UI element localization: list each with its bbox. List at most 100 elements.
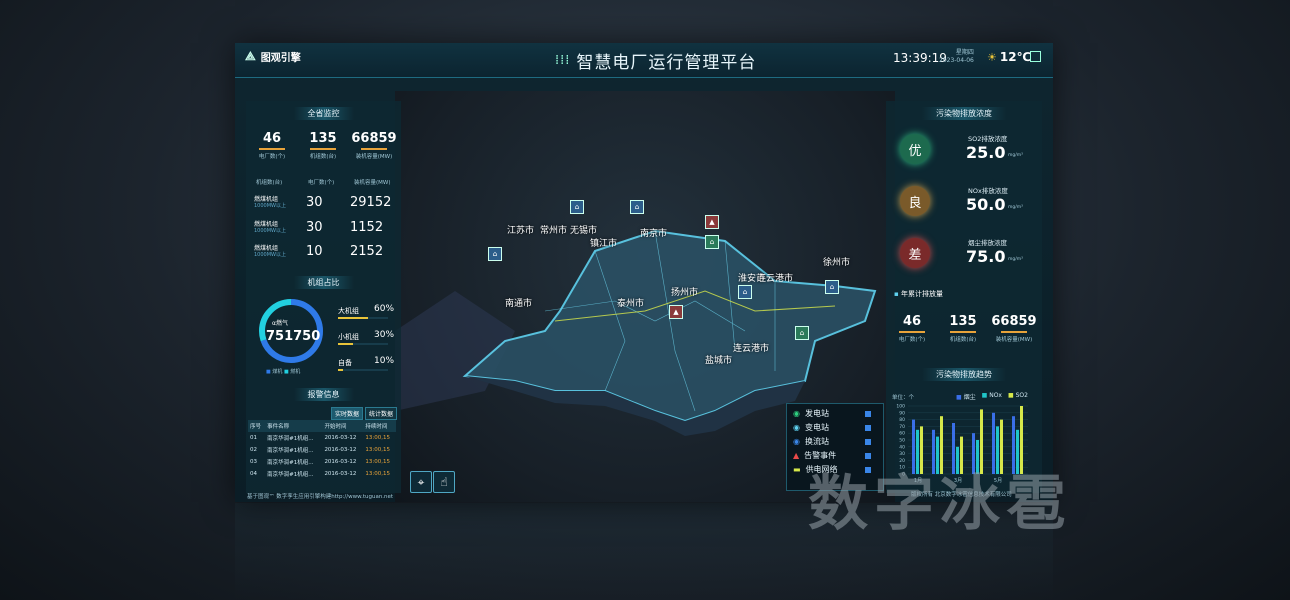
y-tick-label: 70 (899, 424, 905, 430)
legend-checkbox[interactable] (865, 411, 871, 417)
map-label-changzhou[interactable]: 常州市 (540, 223, 567, 236)
map-pin-alarm[interactable]: ▲ (669, 305, 683, 319)
crosshair-icon: ⌖ (417, 474, 425, 489)
grade-badge: 优 (900, 134, 930, 164)
top-bar: ⟁ 图观引擎 ⁞⁞⁞ 智慧电厂运行管理平台 13:39:19 星期四 2023-… (235, 43, 1053, 78)
map-pin-station[interactable]: ⌂ (738, 285, 752, 299)
tab-realtime[interactable]: 实时数据 (331, 407, 364, 420)
map-label-yangzhou[interactable]: 扬州市 (671, 285, 698, 298)
ratio-item-label: 小机组 (338, 333, 359, 341)
ratio-item-pct: 60% (374, 304, 395, 314)
pointer-icon: ☝ (440, 475, 448, 489)
y-tick-label: 80 (899, 417, 905, 423)
map-pin-station[interactable]: ⌂ (488, 247, 502, 261)
map-label-lianyungang[interactable]: 连云港市 (757, 271, 793, 284)
annual-plants: 46 电厂数(个) (898, 314, 926, 343)
exit-icon[interactable] (1030, 51, 1041, 62)
table-row[interactable]: 01 南京华润#1机组... 2016-03-12 13:00,15 (248, 432, 396, 444)
map-pin-station[interactable]: ⌂ (570, 200, 584, 214)
map-label-jiangsu[interactable]: 江苏市 (507, 223, 534, 236)
map-label-zhenjiang[interactable]: 镇江市 (590, 236, 617, 249)
footer-left: 基于图观™ 数字孪生应用引擎构建http://www.tuguan.net (247, 494, 394, 500)
alarm-table-header: 序号 事件名称 开始时间 持续时间 (248, 420, 396, 432)
section-ratio-title: 机组占比 (246, 276, 401, 289)
section-trend-title: 污染物排放趋势 (886, 368, 1042, 381)
date-block: 星期四 2023-04-06 (939, 49, 974, 65)
ratio-center-value: 751750 (266, 329, 321, 344)
app-logo[interactable]: ⟁ 图观引擎 (245, 49, 301, 64)
grade-badge: 良 (900, 186, 930, 216)
temperature: 12℃ (999, 50, 1032, 64)
unit-row[interactable]: 燃煤机组 1000MW以上 10 2152 (250, 243, 396, 263)
grade-badge: 差 (900, 238, 930, 268)
stat-capacity: 66859 装机容量(MW) (351, 131, 397, 160)
ratio-bar (338, 317, 388, 319)
y-tick-label: 50 (899, 438, 905, 444)
map-pin-station[interactable]: ⌂ (705, 235, 719, 249)
ratio-bar (338, 343, 388, 345)
map-pin-station[interactable]: ⌂ (795, 326, 809, 340)
ratio-item-label: 大机组 (338, 307, 359, 315)
map-label-nantong[interactable]: 南通市 (505, 296, 532, 309)
map-label-lianyungang-2[interactable]: 连云港市 (733, 341, 769, 354)
col-header-capacity: 装机容量(MW) (354, 180, 391, 186)
ratio-item-pct: 10% (374, 356, 395, 366)
alarm-table: 序号 事件名称 开始时间 持续时间 01 南京华润#1机组... 2016-03-12 13… (248, 420, 396, 480)
ratio-item-pct: 30% (374, 330, 395, 340)
ratio-center-label: α燃气 (272, 320, 288, 327)
legend-converter[interactable]: ◉ 换流站 (793, 436, 829, 447)
pollution-row-dust[interactable]: 差 烟尘排放浓度 75.0 mg/m³ (892, 235, 1038, 275)
trend-unit: 单位：个 (892, 395, 915, 401)
col-header-plants: 电厂数(个) (308, 180, 335, 186)
tab-statistics[interactable]: 统计数据 (365, 407, 398, 420)
substation-icon: ◉ (793, 423, 800, 432)
logo-icon: ⟁ (245, 49, 256, 63)
page-title: ⁞⁞⁞ 智慧电厂运行管理平台 (555, 48, 756, 73)
pointer-button[interactable]: ☝ (433, 471, 455, 493)
weather-sun-icon: ☀ (987, 50, 997, 64)
right-panel: 污染物排放浓度 优 SO2排放浓度 25.0 mg/m³ 良 NOx排放浓度 5… (886, 101, 1042, 493)
unit-row[interactable]: 燃煤机组 1000MW以上 30 1152 (250, 219, 396, 239)
grid-icon: ⁞⁞⁞ (555, 53, 571, 68)
unit-row[interactable]: 燃煤机组 1000MW以上 30 29152 (250, 194, 396, 214)
grid-line-icon: ▬ (793, 465, 801, 474)
ratio-bar (338, 369, 388, 371)
table-row[interactable]: 03 南京华润#1机组... 2016-03-12 13:00,15 (248, 456, 396, 468)
legend-nox: ■ NOx (981, 392, 1002, 399)
map-pin-alarm[interactable]: ▲ (705, 215, 719, 229)
legend-substation[interactable]: ◉ 变电站 (793, 422, 829, 433)
table-row[interactable]: 02 南京华润#1机组... 2016-03-12 13:00,15 (248, 444, 396, 456)
table-row[interactable]: 04 南京华润#1机组... 2016-03-12 13:00,15 (248, 468, 396, 480)
logo-text: 图观引擎 (260, 53, 301, 64)
ratio-item-label: 自备 (338, 359, 352, 367)
legend-so2: ■ SO2 (1007, 392, 1028, 399)
pollution-row-so2[interactable]: 优 SO2排放浓度 25.0 mg/m³ (892, 131, 1038, 171)
annual-units: 135 机组数(台) (949, 314, 977, 343)
weather: ☀ 12℃ (987, 50, 1031, 64)
map-label-yancheng[interactable]: 盐城市 (705, 353, 732, 366)
locate-button[interactable]: ⌖ (410, 471, 432, 493)
map-pin-station[interactable]: ⌂ (630, 200, 644, 214)
legend-checkbox[interactable] (865, 439, 871, 445)
pollution-row-nox[interactable]: 良 NOx排放浓度 50.0 mg/m³ (892, 183, 1038, 223)
section-alarm-title: 报警信息 (246, 388, 401, 401)
alarm-icon: ▲ (793, 451, 800, 460)
map-label-taizhou[interactable]: 泰州市 (617, 296, 644, 309)
date: 2023-04-06 (939, 57, 974, 64)
watermark: 数字冰雹 (808, 469, 1072, 539)
map-label-wuxi[interactable]: 无锡市 (570, 223, 597, 236)
converter-station-icon: ◉ (793, 437, 800, 446)
map-pin-station[interactable]: ⌂ (825, 280, 839, 294)
section-pollution-title: 污染物排放浓度 (886, 107, 1042, 120)
y-tick-label: 60 (899, 431, 905, 437)
alarm-tabs: 实时数据 统计数据 (331, 407, 398, 420)
y-tick-label: 100 (896, 404, 905, 410)
power-station-icon: ◉ (793, 409, 800, 418)
col-header-units: 机组数(台) (256, 180, 283, 186)
legend-checkbox[interactable] (865, 425, 871, 431)
dashboard-screen: 江苏市 常州市 无锡市 镇江市 南京市 淮安市 连云港市 徐州市 扬州市 泰州市… (235, 43, 1053, 502)
y-tick-label: 90 (899, 410, 905, 416)
legend-power-station[interactable]: ◉ 发电站 (793, 408, 829, 419)
map-label-nanjing[interactable]: 南京市 (640, 226, 667, 239)
map-label-xuzhou[interactable]: 徐州市 (823, 255, 850, 268)
